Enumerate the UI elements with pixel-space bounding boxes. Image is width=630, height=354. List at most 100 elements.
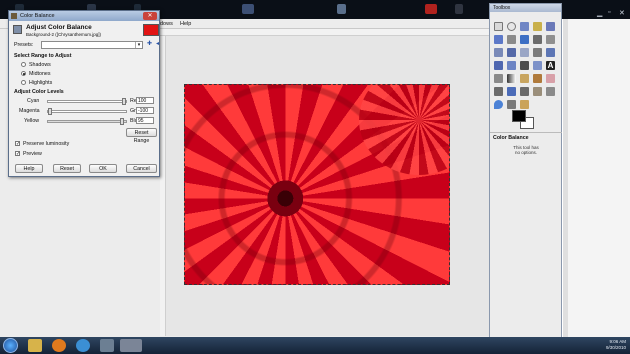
scale-icon[interactable]	[494, 61, 503, 70]
fg-bg-color-selector[interactable]	[512, 110, 536, 132]
minimize-icon[interactable]: ▁	[597, 9, 602, 17]
rect-select-icon[interactable]	[494, 22, 503, 31]
tool-options-note: This tool has no options.	[513, 145, 539, 155]
close-icon[interactable]: ✕	[143, 12, 157, 20]
fuzzy-select-icon[interactable]	[533, 22, 542, 31]
preview-label: Preview	[23, 151, 42, 157]
help-button[interactable]: Help	[15, 164, 43, 173]
ink-icon[interactable]	[507, 87, 516, 96]
move-icon[interactable]	[507, 48, 516, 57]
pencil-icon[interactable]	[520, 74, 529, 83]
text-icon[interactable]: A	[546, 61, 555, 70]
header-title: Adjust Color Balance	[26, 24, 92, 31]
ellipse-select-icon[interactable]	[507, 22, 516, 31]
perspective-clone-icon[interactable]	[546, 87, 555, 96]
rotate-icon[interactable]	[546, 48, 555, 57]
color-balance-dialog: Color Balance ✕ Adjust Color Balance Bac…	[8, 10, 160, 177]
slider-left-label-magenta: Magenta	[19, 108, 40, 114]
desktop-background	[568, 19, 630, 337]
gimp-taskbar-icon[interactable]	[120, 339, 142, 352]
start-button[interactable]	[3, 338, 18, 353]
scissors-icon[interactable]	[494, 35, 503, 44]
toolbox-title[interactable]: Toolbox	[490, 4, 561, 12]
blur-icon[interactable]	[494, 100, 503, 109]
presets-dropdown[interactable]: ▾	[41, 41, 143, 49]
ok-button[interactable]: OK	[89, 164, 117, 173]
chevron-down-icon: ▾	[135, 42, 142, 48]
header-subtitle: Background-2 ([Chrysanthemum.jpg])	[26, 32, 102, 37]
layer-preview-thumbnail	[143, 24, 159, 36]
foreground-color-swatch-front[interactable]	[512, 110, 526, 122]
add-preset-icon[interactable]: ✚	[146, 41, 153, 48]
heal-icon[interactable]	[533, 87, 542, 96]
media-player-icon[interactable]	[52, 339, 66, 352]
levels-heading: Adjust Color Levels	[14, 89, 64, 95]
preserve-luminosity-checkbox[interactable]: ✓	[15, 141, 20, 147]
radio-label-midtones: Midtones	[29, 71, 51, 77]
gimp-icon	[11, 13, 17, 19]
flip-icon[interactable]	[533, 61, 542, 70]
menu-windows[interactable]: dows	[160, 21, 173, 27]
radio-label-highlights: Highlights	[29, 80, 53, 86]
reset-range-button[interactable]: Reset Range	[126, 128, 157, 144]
align-icon[interactable]	[520, 48, 529, 57]
perspective-icon[interactable]	[520, 61, 529, 70]
eraser-icon[interactable]	[546, 74, 555, 83]
radio-shadows[interactable]	[21, 62, 26, 67]
radio-midtones[interactable]	[21, 71, 26, 76]
close-icon[interactable]: ✕	[619, 9, 625, 17]
app-icon[interactable]	[337, 4, 346, 14]
dialog-titlebar[interactable]: Color Balance ✕	[9, 11, 159, 21]
app-icon[interactable]	[425, 4, 437, 14]
cyan-red-slider[interactable]	[47, 98, 127, 105]
image-canvas-flower[interactable]	[184, 84, 450, 285]
clone-icon[interactable]	[520, 87, 529, 96]
preset-menu-icon[interactable]: ◂	[154, 41, 161, 48]
paintbrush-icon[interactable]	[533, 74, 542, 83]
app-icon[interactable]	[100, 339, 114, 352]
lasso-icon[interactable]	[520, 22, 529, 31]
toolbox-window: Toolbox A Color Balance This tool has no…	[489, 3, 562, 339]
horizontal-ruler[interactable]	[160, 29, 490, 36]
preview-checkbox[interactable]: ✓	[15, 151, 20, 157]
app-icon[interactable]	[242, 4, 254, 14]
presets-label: Presets:	[14, 42, 34, 48]
browser-icon[interactable]	[76, 339, 90, 352]
tool-options-title: Color Balance	[493, 135, 529, 141]
bucket-fill-icon[interactable]	[494, 74, 503, 83]
maximize-icon[interactable]: ▫	[608, 9, 610, 16]
slider-handle[interactable]	[120, 118, 125, 125]
slider-handle[interactable]	[122, 98, 126, 105]
slider-handle[interactable]	[48, 108, 52, 115]
zoom-icon[interactable]	[546, 35, 555, 44]
smudge-icon[interactable]	[507, 100, 516, 109]
divider	[490, 132, 562, 133]
reset-button[interactable]: Reset	[53, 164, 81, 173]
crop-icon[interactable]	[533, 48, 542, 57]
preserve-luminosity-label: Preserve luminosity	[23, 141, 70, 147]
color-select-icon[interactable]	[546, 22, 555, 31]
magenta-green-value[interactable]: -100	[136, 107, 154, 114]
color-picker-icon[interactable]	[533, 35, 542, 44]
dialog-title: Color Balance	[20, 13, 55, 19]
system-clock[interactable]: 9:06 AM 9/30/2010	[606, 339, 626, 351]
shear-icon[interactable]	[507, 61, 516, 70]
cyan-red-value[interactable]: 100	[136, 97, 154, 104]
menu-help[interactable]: Help	[180, 21, 191, 27]
yellow-blue-slider[interactable]	[47, 118, 127, 125]
foreground-select-icon[interactable]	[507, 35, 516, 44]
slider-left-label-cyan: Cyan	[27, 98, 40, 104]
measure-icon[interactable]	[494, 48, 503, 57]
dodge-burn-icon[interactable]	[520, 100, 529, 109]
app-icon[interactable]	[455, 4, 463, 14]
airbrush-icon[interactable]	[494, 87, 503, 96]
taskbar: 9:06 AM 9/30/2010	[0, 337, 630, 354]
yellow-blue-value[interactable]: 95	[136, 117, 154, 124]
explorer-icon[interactable]	[28, 339, 42, 352]
blend-icon[interactable]	[507, 74, 516, 83]
radio-highlights[interactable]	[21, 80, 26, 85]
cancel-button[interactable]: Cancel	[126, 164, 157, 173]
select-range-heading: Select Range to Adjust	[14, 53, 72, 59]
magenta-green-slider[interactable]	[47, 108, 127, 115]
paths-icon[interactable]	[520, 35, 529, 44]
